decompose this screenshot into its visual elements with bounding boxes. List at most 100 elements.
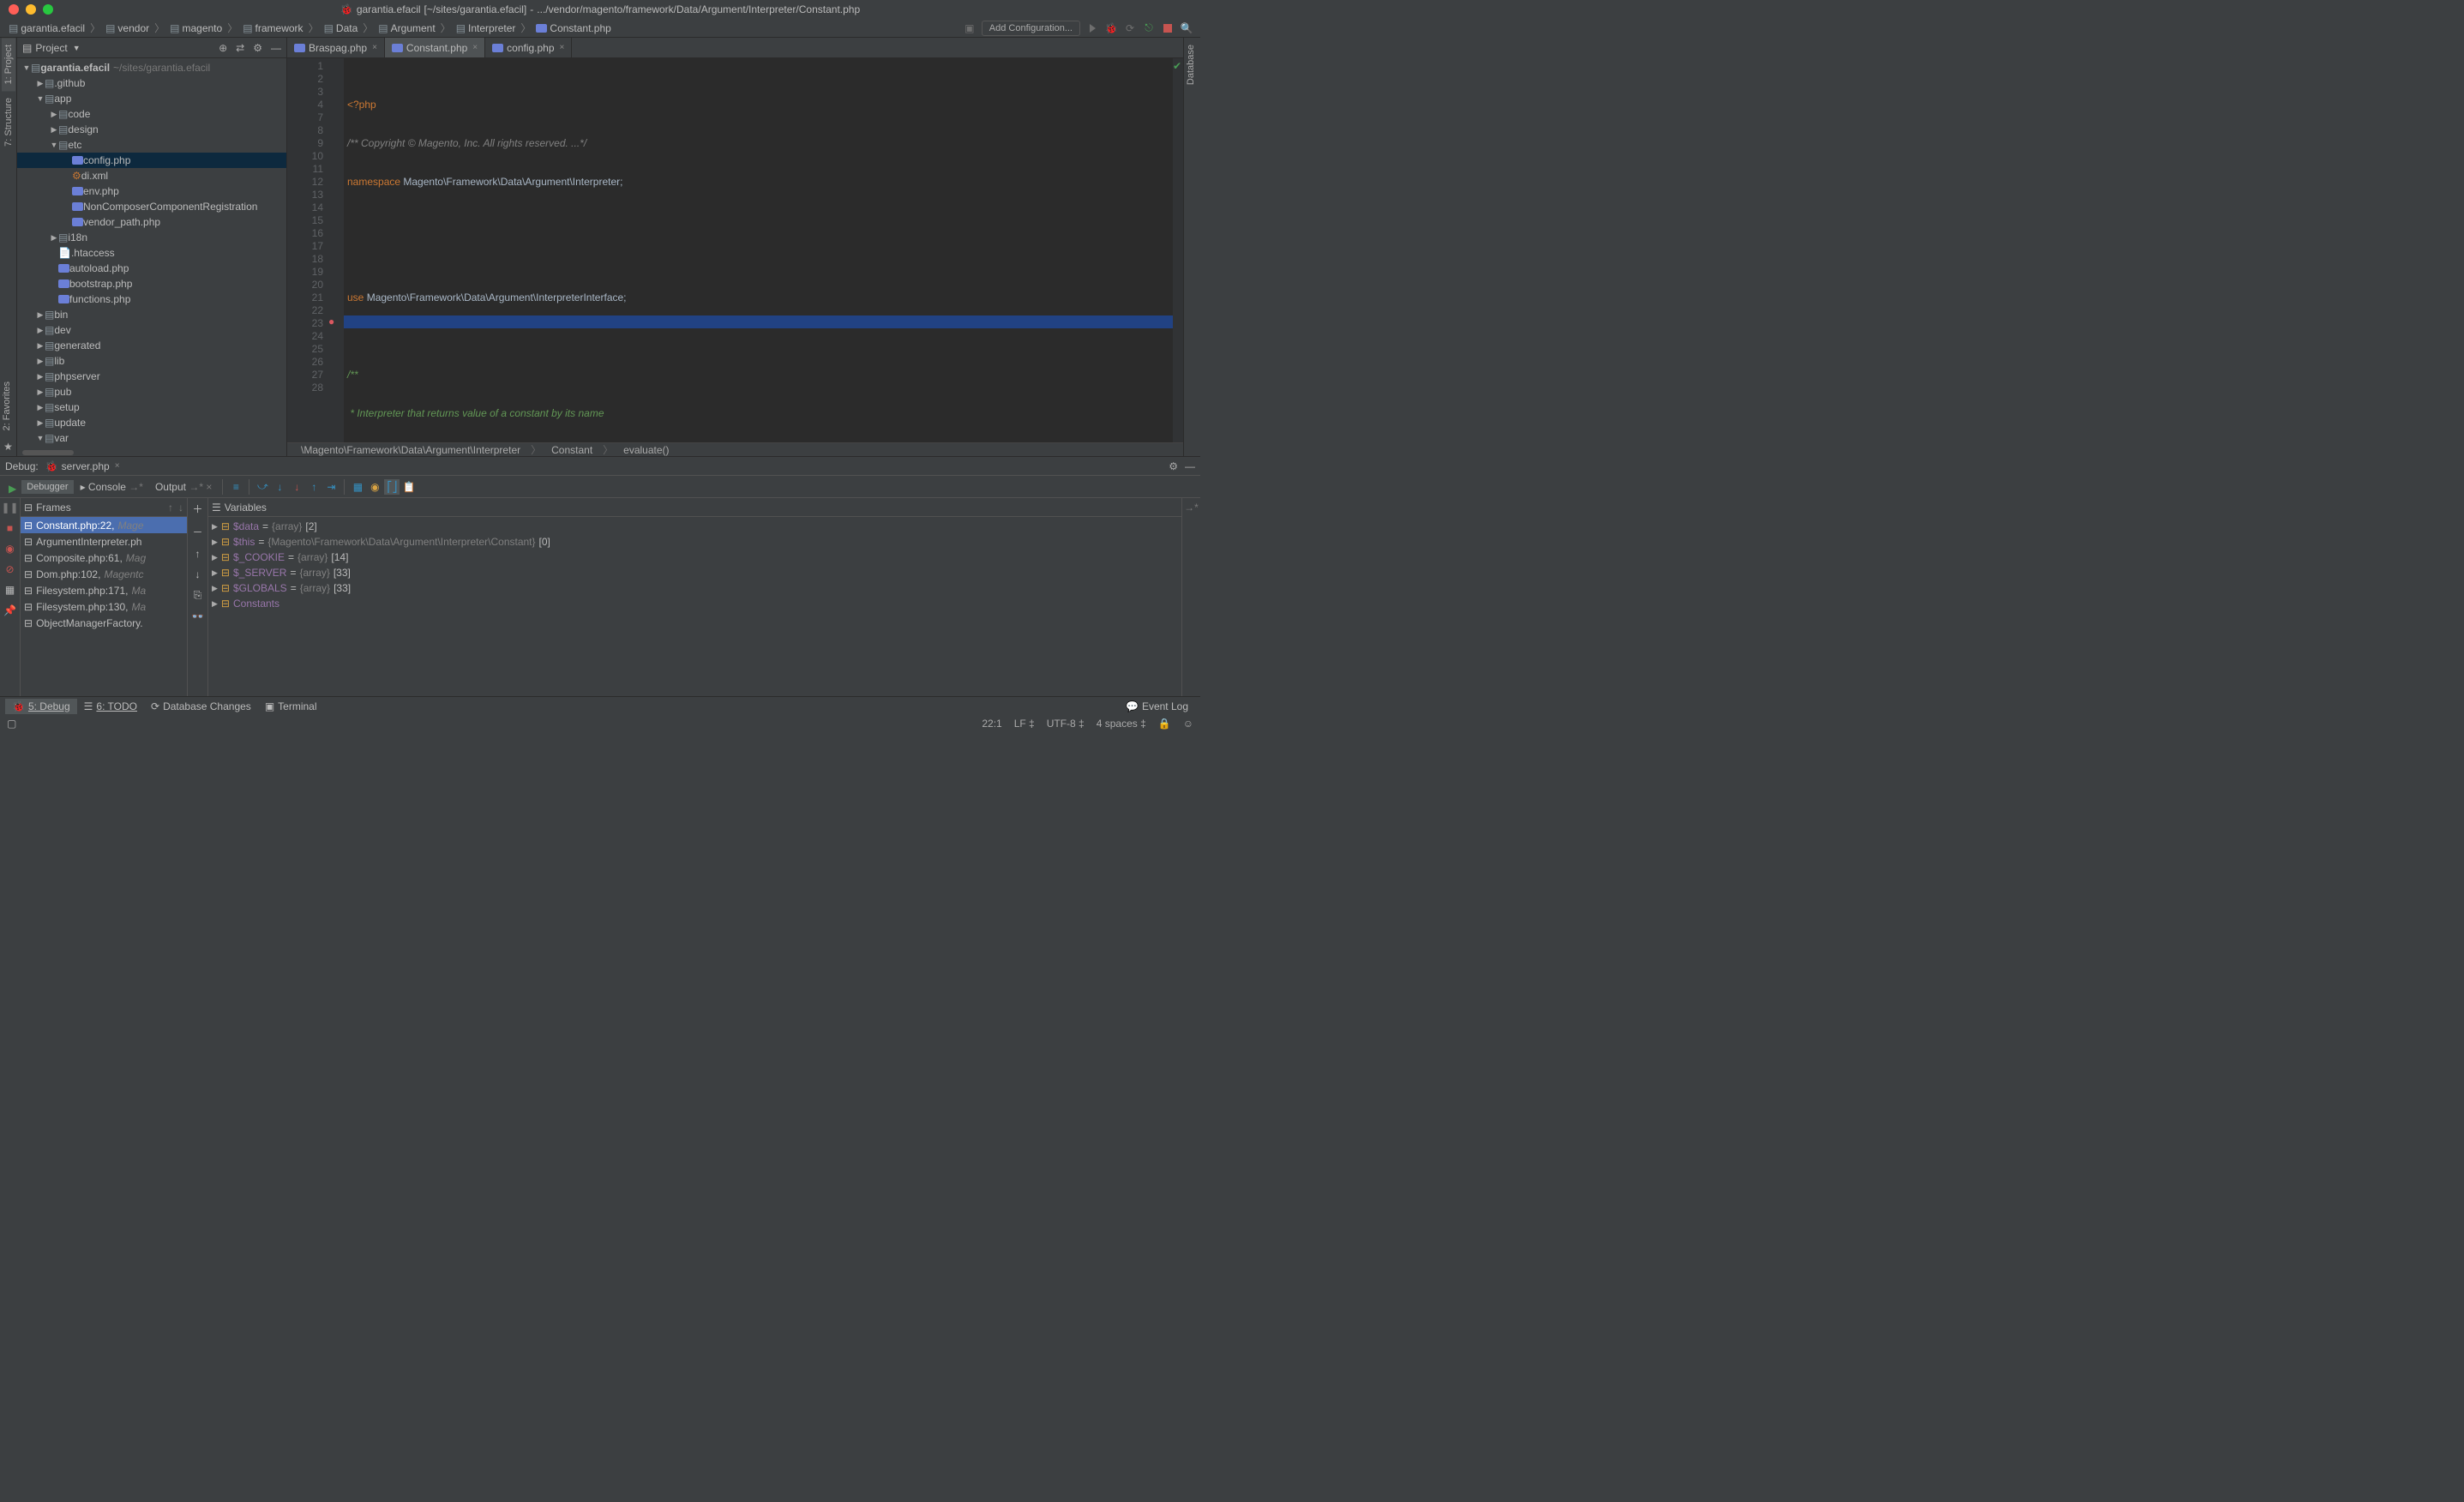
collapse-icon[interactable]: ⇄ <box>236 42 244 54</box>
variable-item[interactable]: ▶⊟$GLOBALS = {array} [33] <box>212 580 1178 596</box>
stack-frame[interactable]: ⊟ArgumentInterpreter.ph <box>21 533 187 550</box>
crumb-root[interactable]: garantia.efacil <box>21 22 85 34</box>
coverage-button[interactable]: ⟳ <box>1123 21 1137 35</box>
crumb-6[interactable]: Interpreter <box>468 22 515 34</box>
resume-button[interactable]: ▶ <box>5 483 20 495</box>
db-changes-bottom-tab[interactable]: ⟳Database Changes <box>144 699 258 714</box>
show-execution-point-icon[interactable]: ≡ <box>228 479 243 495</box>
variable-item[interactable]: ▶⊟$data = {array} [2] <box>212 519 1178 534</box>
debug-gear-icon[interactable]: ⚙ <box>1169 460 1178 472</box>
step-into-icon[interactable]: ↓ <box>272 479 287 495</box>
layout-icon[interactable]: ▣ <box>963 21 977 35</box>
lock-icon[interactable]: 🔒 <box>1158 718 1171 730</box>
pin-panel-icon[interactable]: 📌 <box>3 604 16 616</box>
tree-item[interactable]: ▶▤ .github <box>17 75 286 91</box>
tree-item[interactable]: ▶▤ code <box>17 106 286 122</box>
stack-frame[interactable]: ⊟Filesystem.php:130, Ma <box>21 598 187 615</box>
step-over-icon[interactable]: ⤻ <box>255 479 270 495</box>
pause-button[interactable]: ❚❚ <box>1 502 18 514</box>
tree-item[interactable]: ▶▤ update <box>17 415 286 430</box>
console-tab[interactable]: ▸ Console →* <box>75 479 148 495</box>
tree-item[interactable]: env.php <box>17 183 286 199</box>
tree-item[interactable]: ▶▤ dev <box>17 322 286 338</box>
gear-icon[interactable]: ⚙ <box>253 42 262 54</box>
variable-item[interactable]: ▶⊟$this = {Magento\Framework\Data\Argume… <box>212 534 1178 550</box>
trace-icon[interactable]: ◉ <box>367 479 382 495</box>
stop-debug-button[interactable]: ■ <box>7 522 13 534</box>
horizontal-scrollbar[interactable] <box>22 450 74 455</box>
layout-settings-icon[interactable]: ▦ <box>5 584 15 596</box>
glasses-icon[interactable]: 👓 <box>191 610 204 622</box>
tree-item[interactable]: ▶▤ bin <box>17 307 286 322</box>
tree-item[interactable]: ▶▤ i18n <box>17 230 286 245</box>
tree-item[interactable]: autoload.php <box>17 261 286 276</box>
variable-item[interactable]: ▶⊟Constants <box>212 596 1178 611</box>
tree-item[interactable]: functions.php <box>17 291 286 307</box>
tree-item[interactable]: ▶▤ design <box>17 122 286 137</box>
debug-button[interactable]: 🐞 <box>1104 21 1118 35</box>
stack-frame[interactable]: ⊟ObjectManagerFactory. <box>21 615 187 631</box>
event-log-tab[interactable]: 💬Event Log <box>1119 699 1195 714</box>
project-tool-tab[interactable]: 1: Project <box>2 38 15 91</box>
tree-item[interactable]: bootstrap.php <box>17 276 286 291</box>
crumb-file[interactable]: Constant.php <box>550 22 610 34</box>
debug-bottom-tab[interactable]: 🐞5: Debug <box>5 699 77 714</box>
editor-error-stripe[interactable]: ✔ <box>1173 58 1183 442</box>
code-editor[interactable]: <?php /** Copyright © Magento, Inc. All … <box>344 58 1173 442</box>
hector-icon[interactable]: ☺ <box>1183 718 1193 730</box>
step-out-icon[interactable]: ↑ <box>306 479 322 495</box>
watch-up-icon[interactable]: ↑ <box>195 548 201 560</box>
pin-icon[interactable]: 📋 <box>401 479 417 495</box>
output-tab[interactable]: Output →* × <box>150 479 217 495</box>
crumb-2[interactable]: magento <box>182 22 222 34</box>
stack-frame[interactable]: ⊟Filesystem.php:171, Ma <box>21 582 187 598</box>
mute-breakpoints-icon[interactable]: ⊘ <box>5 563 14 575</box>
stack-frame[interactable]: ⊟Dom.php:102, Magentc <box>21 566 187 582</box>
tree-item[interactable]: ▶▤ setup <box>17 400 286 415</box>
evaluate-expression-icon[interactable]: ▦ <box>350 479 365 495</box>
tree-item[interactable]: config.php <box>17 153 286 168</box>
editor-tab[interactable]: Braspag.php× <box>287 38 385 57</box>
close-window-icon[interactable] <box>9 4 19 15</box>
tree-item[interactable]: ▼▤ app <box>17 91 286 106</box>
project-tree[interactable]: ▼▤ garantia.efacil ~/sites/garantia.efac… <box>17 58 286 449</box>
project-toggle-icon[interactable]: ▤ <box>22 42 32 54</box>
structure-tool-tab[interactable]: 7: Structure <box>2 91 15 153</box>
attach-button[interactable]: ⎋ <box>1142 21 1156 35</box>
stack-frame[interactable]: ⊟Composite.php:61, Mag <box>21 550 187 566</box>
gutter-marks[interactable]: ● <box>325 58 344 442</box>
caret-position[interactable]: 22:1 <box>982 718 1001 730</box>
tree-item[interactable]: ▶▤ phpserver <box>17 369 286 384</box>
tree-item[interactable]: ▶▤ generated <box>17 338 286 353</box>
watch-down-icon[interactable]: ↓ <box>195 568 201 580</box>
stop-button[interactable] <box>1161 21 1175 35</box>
editor-tab[interactable]: config.php× <box>485 38 572 57</box>
tree-item[interactable]: NonComposerComponentRegistration <box>17 199 286 214</box>
frame-next-icon[interactable]: ↓ <box>178 502 183 514</box>
minimize-window-icon[interactable] <box>26 4 36 15</box>
tree-item[interactable]: 📄 .htaccess <box>17 245 286 261</box>
line-number-gutter[interactable]: 1234789101112131415161718192021222324252… <box>287 58 325 442</box>
add-watch-icon[interactable]: ＋ <box>192 502 202 516</box>
search-icon[interactable]: 🔍 <box>1180 21 1193 35</box>
tree-item[interactable]: ▼▤ var <box>17 430 286 446</box>
crumb-5[interactable]: Argument <box>391 22 436 34</box>
tree-root[interactable]: garantia.efacil <box>40 62 110 74</box>
bookmark-icon[interactable]: ★ <box>0 437 16 456</box>
vars-collapse-icon[interactable]: →* <box>1181 498 1200 696</box>
favorites-tool-tab[interactable]: 2: Favorites <box>0 375 14 437</box>
line-separator[interactable]: LF ‡ <box>1014 718 1035 730</box>
debug-hide-icon[interactable]: — <box>1185 460 1195 472</box>
stack-frame[interactable]: ⊟Constant.php:22, Mage <box>21 517 187 533</box>
terminal-bottom-tab[interactable]: ▣Terminal <box>258 699 324 714</box>
maximize-window-icon[interactable] <box>43 4 53 15</box>
crumb-1[interactable]: vendor <box>117 22 149 34</box>
force-step-into-icon[interactable]: ↓ <box>289 479 304 495</box>
run-to-cursor-icon[interactable]: ⇥ <box>323 479 339 495</box>
frame-prev-icon[interactable]: ↑ <box>168 502 173 514</box>
hide-icon[interactable]: — <box>271 42 281 54</box>
tree-item[interactable]: ▶▤ lib <box>17 353 286 369</box>
file-encoding[interactable]: UTF-8 ‡ <box>1047 718 1085 730</box>
status-square-icon[interactable]: ▢ <box>7 718 16 730</box>
todo-bottom-tab[interactable]: ☰6: TODO <box>77 699 144 714</box>
